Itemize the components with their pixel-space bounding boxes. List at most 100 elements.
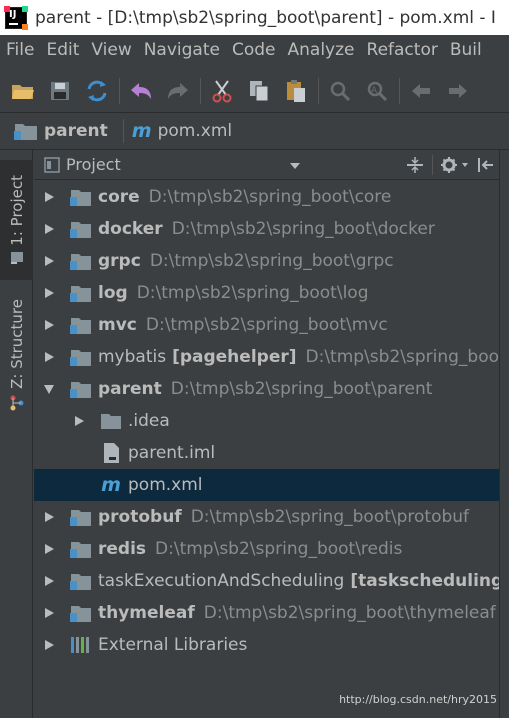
tree-item-tag: [taskscheduling] bbox=[350, 571, 499, 591]
cut-icon[interactable] bbox=[207, 76, 237, 106]
tree-row[interactable]: thymeleaf D:\tmp\sb2\spring_boot\thymelea… bbox=[34, 597, 499, 629]
project-view-selector[interactable]: Project bbox=[66, 155, 121, 174]
tree-item-path: D:\tmp\sb2\spring_boot\docker bbox=[171, 219, 435, 239]
collapsed-arrow-icon[interactable] bbox=[42, 574, 56, 588]
menu-navigate[interactable]: Navigate bbox=[138, 40, 226, 60]
view-dropdown-icon[interactable] bbox=[289, 157, 301, 176]
tree-row[interactable]: .idea bbox=[34, 405, 499, 437]
expanded-arrow-icon[interactable] bbox=[42, 382, 56, 396]
module-folder-icon bbox=[70, 186, 92, 208]
collapsed-arrow-icon[interactable] bbox=[42, 350, 56, 364]
tree-item-name: pom.xml bbox=[128, 475, 203, 495]
module-folder-icon bbox=[70, 314, 92, 336]
right-tool-stripe bbox=[499, 150, 509, 718]
menu-build[interactable]: Buil bbox=[444, 40, 488, 60]
folder-icon bbox=[100, 410, 122, 432]
toolbar-separator bbox=[200, 78, 201, 104]
tree-item-path: D:\tmp\sb2\spring_boot\log bbox=[136, 283, 369, 303]
tree-item-path: D:\tmp\sb2\spring_boot\parent bbox=[170, 379, 433, 399]
collapsed-arrow-icon[interactable] bbox=[42, 606, 56, 620]
menu-refactor[interactable]: Refactor bbox=[361, 40, 444, 60]
tree-item-name: .idea bbox=[128, 411, 170, 431]
module-folder-icon bbox=[70, 506, 92, 528]
undo-icon[interactable] bbox=[126, 76, 156, 106]
collapsed-arrow-icon[interactable] bbox=[42, 190, 56, 204]
collapsed-arrow-icon[interactable] bbox=[42, 510, 56, 524]
tree-item-tag: [pagehelper] bbox=[172, 347, 297, 367]
breadcrumb-project-label: parent bbox=[44, 121, 108, 141]
paste-icon[interactable] bbox=[281, 76, 311, 106]
tree-row[interactable]: taskExecutionAndScheduling [taskschedulin… bbox=[34, 565, 499, 597]
tree-row[interactable]: mybatis [pagehelper] D:\tmp\sb2\spring_boo bbox=[34, 341, 499, 373]
module-folder-icon bbox=[70, 602, 92, 624]
tree-item-name: mybatis bbox=[98, 347, 167, 367]
redo-icon[interactable] bbox=[163, 76, 193, 106]
collapsed-arrow-icon[interactable] bbox=[42, 222, 56, 236]
intellij-idea-icon: IJ bbox=[4, 5, 28, 30]
collapsed-arrow-icon[interactable] bbox=[72, 414, 86, 428]
menu-file[interactable]: File bbox=[0, 40, 40, 60]
menu-code[interactable]: Code bbox=[226, 40, 282, 60]
left-tool-stripe: 1: Project Z: Structure bbox=[0, 150, 33, 718]
project-tool-window: Project core D:\tmp\sb2\spring_boot\core d… bbox=[34, 150, 509, 718]
menu-bar: File Edit View Navigate Code Analyze Ref… bbox=[0, 35, 509, 65]
project-icon bbox=[10, 252, 23, 265]
forward-icon[interactable] bbox=[443, 76, 473, 106]
breadcrumb-file[interactable]: m pom.xml bbox=[132, 120, 232, 142]
toolbar-separator bbox=[119, 78, 120, 104]
open-folder-icon[interactable] bbox=[8, 76, 38, 106]
replace-icon[interactable]: A bbox=[362, 76, 392, 106]
project-view-header: Project bbox=[34, 150, 509, 180]
tree-row[interactable]: log D:\tmp\sb2\spring_boot\log bbox=[34, 277, 499, 309]
collapsed-arrow-icon[interactable] bbox=[42, 286, 56, 300]
module-folder-icon bbox=[70, 538, 92, 560]
collapsed-arrow-icon[interactable] bbox=[42, 542, 56, 556]
sync-icon[interactable] bbox=[82, 76, 112, 106]
find-icon[interactable] bbox=[325, 76, 355, 106]
tree-row[interactable]: External Libraries bbox=[34, 629, 499, 661]
tab-project[interactable]: 1: Project bbox=[0, 160, 33, 280]
collapse-all-icon[interactable] bbox=[402, 152, 428, 178]
no-arrow bbox=[72, 446, 86, 460]
watermark: http://blog.csdn.net/hry2015 bbox=[339, 693, 497, 706]
tree-row[interactable]: protobuf D:\tmp\sb2\spring_boot\protobuf bbox=[34, 501, 499, 533]
breadcrumb-project[interactable]: parent bbox=[14, 121, 108, 141]
tree-row[interactable]: core D:\tmp\sb2\spring_boot\core bbox=[34, 181, 499, 213]
menu-view[interactable]: View bbox=[85, 40, 137, 60]
tree-row[interactable]: docker D:\tmp\sb2\spring_boot\docker bbox=[34, 213, 499, 245]
back-icon[interactable] bbox=[406, 76, 436, 106]
tree-item-path: D:\tmp\sb2\spring_boot\protobuf bbox=[190, 507, 470, 527]
main-toolbar: A bbox=[0, 70, 509, 112]
external-libraries-icon bbox=[70, 634, 92, 656]
tree-row[interactable]: m pom.xml bbox=[34, 469, 499, 501]
maven-icon: m bbox=[131, 120, 152, 142]
navigation-bar: parent m pom.xml bbox=[0, 112, 509, 150]
project-view-icon bbox=[44, 156, 60, 173]
tree-item-path: D:\tmp\sb2\spring_boot\redis bbox=[155, 539, 403, 559]
tree-row[interactable]: grpc D:\tmp\sb2\spring_boot\grpc bbox=[34, 245, 499, 277]
collapsed-arrow-icon[interactable] bbox=[42, 318, 56, 332]
menu-edit[interactable]: Edit bbox=[40, 40, 85, 60]
iml-file-icon bbox=[100, 442, 122, 464]
tree-row[interactable]: parent.iml bbox=[34, 437, 499, 469]
collapsed-arrow-icon[interactable] bbox=[42, 638, 56, 652]
tree-item-name: parent.iml bbox=[128, 443, 216, 463]
tab-structure[interactable]: Z: Structure bbox=[0, 295, 33, 415]
tree-item-path: D:\tmp\sb2\spring_boot\mvc bbox=[145, 315, 388, 335]
tree-item-name: grpc bbox=[98, 251, 141, 271]
tree-row[interactable]: redis D:\tmp\sb2\spring_boot\redis bbox=[34, 533, 499, 565]
toolbar-separator bbox=[318, 78, 319, 104]
copy-icon[interactable] bbox=[244, 76, 274, 106]
tree-row[interactable]: parent D:\tmp\sb2\spring_boot\parent bbox=[34, 373, 499, 405]
module-folder-icon bbox=[70, 570, 92, 592]
hide-panel-icon[interactable] bbox=[473, 152, 499, 178]
tree-item-name: log bbox=[98, 283, 128, 303]
menu-analyze[interactable]: Analyze bbox=[282, 40, 361, 60]
gear-icon[interactable] bbox=[437, 152, 473, 178]
save-all-icon[interactable] bbox=[45, 76, 75, 106]
tree-item-name: mvc bbox=[98, 315, 137, 335]
collapsed-arrow-icon[interactable] bbox=[42, 254, 56, 268]
tree-row[interactable]: mvc D:\tmp\sb2\spring_boot\mvc bbox=[34, 309, 499, 341]
tree-item-path: D:\tmp\sb2\spring_boot\grpc bbox=[149, 251, 394, 271]
module-folder-icon bbox=[70, 250, 92, 272]
